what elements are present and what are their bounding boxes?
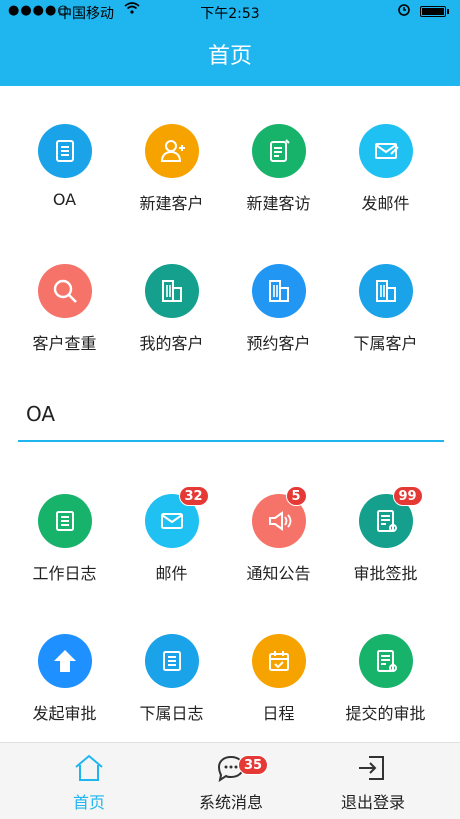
subordinate-customers-icon-circle [358,264,413,318]
messages-badge: 35 [238,755,269,775]
grid-item-label: 发起审批 [32,704,97,723]
tab-bar: 首页 35 系统消息 退出登录 [0,742,460,819]
approval-badge: 99 [392,486,423,506]
grid-item-subordinate-customers[interactable]: 下属客户 [328,264,443,354]
grid-item-work-log[interactable]: 工作日志 [7,494,122,584]
grid-item-label: 预约客户 [246,334,311,353]
grid-item-send-mail[interactable]: 发邮件 [328,124,443,214]
work-log-icon-circle [37,494,92,548]
battery-icon [420,6,449,17]
grid-item-approval[interactable]: 99 审批签批 [328,486,443,584]
grid-item-label: 通知公告 [246,564,311,583]
building-icon [161,280,182,302]
tab-logout[interactable]: 退出登录 [296,753,450,813]
add-user-icon [160,140,185,162]
grid-item-schedule[interactable]: 日程 [221,634,336,724]
speaker-icon [268,511,291,531]
grid-item-submitted-approval[interactable]: 提交的审批 [328,634,443,724]
grid-item-label: OA [52,190,77,209]
notice-badge: 5 [285,486,307,506]
new-customer-icon-circle [144,124,199,178]
document-icon [55,140,74,162]
note-edit-icon [269,139,290,162]
grid-item-booked-customers[interactable]: 预约客户 [221,264,336,354]
grid-item-label: 新建客访 [246,194,311,213]
status-time: 下午2:53 [200,6,260,22]
approve-icon [376,510,397,532]
my-customers-icon-circle [144,264,199,318]
upload-icon [53,650,76,672]
grid-item-subordinate-log[interactable]: 下属日志 [114,634,229,724]
building-icon [268,280,289,302]
alarm-icon [397,2,411,20]
grid-item-label: 我的客户 [139,334,204,353]
grid-item-label: 客户查重 [32,334,97,353]
grid-item-label: 新建客户 [139,194,204,213]
notice-icon-circle: 5 [251,486,307,548]
grid-item-label: 下属日志 [139,704,204,723]
oa-row-1: 工作日志 32 邮件 5 通知公告 99 审批签批 [0,486,460,604]
grid-item-label: 日程 [262,704,295,723]
grid-item-oa[interactable]: OA [7,124,122,209]
booked-customers-icon-circle [251,264,306,318]
tab-home-label: 首页 [72,793,105,812]
mail-badge: 32 [178,486,209,506]
search-icon [53,279,77,303]
submitted-approval-icon-circle [358,634,413,688]
home-icon [75,754,103,781]
subordinate-log-icon-circle [144,634,199,688]
send-mail-icon-circle [358,124,413,178]
grid-item-customer-dedup[interactable]: 客户查重 [7,264,122,354]
tab-messages[interactable]: 35 系统消息 [154,753,308,813]
grid-item-label: 邮件 [155,564,188,583]
grid-item-label: 提交的审批 [345,704,426,723]
logout-icon [359,756,384,780]
building-icon [375,280,396,302]
grid-item-my-customers[interactable]: 我的客户 [114,264,229,354]
schedule-icon-circle [251,634,306,688]
nav-bar: 首页 [0,22,460,86]
tab-logout-label: 退出登录 [340,793,405,812]
grid-item-new-customer[interactable]: 新建客户 [114,124,229,214]
new-visit-icon-circle [251,124,306,178]
status-bar: ●●●●○ 中国移动 下午2:53 [0,0,460,22]
grid-item-start-approval[interactable]: 发起审批 [7,634,122,724]
list-icon [55,511,74,531]
tab-messages-label: 系统消息 [198,793,263,812]
tab-home[interactable]: 首页 [12,753,166,813]
grid-item-new-visit[interactable]: 新建客访 [221,124,336,214]
mail-icon [160,513,183,529]
quick-actions-row-1: OA 新建客户 新建客访 发邮件 [0,124,460,234]
grid-item-label: 发邮件 [361,194,410,213]
grid-item-label: 审批签批 [353,564,418,583]
calendar-icon [268,651,289,671]
mail-icon-circle: 32 [144,486,209,548]
grid-item-label: 下属客户 [353,334,418,353]
customer-dedup-icon-circle [37,264,92,318]
section-title: OA [26,402,56,426]
quick-actions-row-2: 客户查重 我的客户 预约客户 下属客户 [0,264,460,374]
grid-item-label: 工作日志 [32,564,97,583]
grid-item-notice[interactable]: 5 通知公告 [221,486,336,584]
start-approval-icon-circle [37,634,92,688]
list-icon [162,651,181,671]
section-divider [18,440,444,442]
oa-icon-circle [37,124,92,178]
grid-item-mail[interactable]: 32 邮件 [114,486,229,584]
approve-icon [376,650,397,672]
mail-send-icon [374,143,399,159]
oa-row-2: 发起审批 下属日志 日程 提交的审批 [0,634,460,744]
approval-icon-circle: 99 [358,486,423,548]
page-title: 首页 [207,44,252,69]
